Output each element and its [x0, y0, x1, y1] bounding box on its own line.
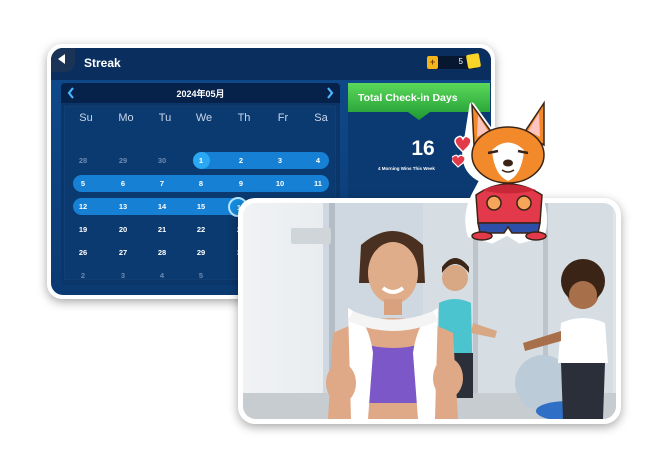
- weekday-label: Fr: [277, 112, 289, 124]
- calendar-day[interactable]: 6: [112, 175, 134, 192]
- currency-value: 5: [458, 57, 463, 66]
- calendar-day[interactable]: 3: [112, 267, 134, 284]
- calendar-day[interactable]: 2: [230, 152, 252, 169]
- calendar-day[interactable]: 5: [190, 267, 212, 284]
- total-days-count: 16: [411, 137, 435, 160]
- calendar-day[interactable]: 11: [307, 175, 329, 192]
- weekday-label: Mo: [118, 112, 134, 124]
- calendar-day[interactable]: 3: [269, 152, 291, 169]
- weekday-label: Sa: [314, 112, 328, 124]
- calendar-day[interactable]: 15: [190, 198, 212, 215]
- calendar-day[interactable]: 26: [72, 244, 94, 261]
- month-header: 2024年05月: [61, 83, 340, 103]
- calendar-day[interactable]: 8: [190, 175, 212, 192]
- weekday-label: Su: [79, 112, 93, 124]
- fitness-photo-card: [238, 198, 621, 424]
- calendar-day[interactable]: 28: [151, 244, 173, 261]
- calendar-day[interactable]: 30: [151, 152, 173, 169]
- weekday-label: Th: [237, 112, 251, 124]
- weekly-wins-text: 4 Morning Wins This Week: [378, 166, 435, 171]
- calendar-day[interactable]: 4: [307, 152, 329, 169]
- month-label: 2024年05月: [176, 89, 225, 99]
- back-arrow-icon: [58, 54, 65, 64]
- calendar-day[interactable]: 14: [151, 198, 173, 215]
- calendar-day[interactable]: 12: [72, 198, 94, 215]
- calendar-day[interactable]: 21: [151, 221, 173, 238]
- calendar-day[interactable]: 22: [190, 221, 212, 238]
- calendar-day[interactable]: 2: [72, 267, 94, 284]
- calendar-day[interactable]: 13: [112, 198, 134, 215]
- chevron-right-icon[interactable]: [325, 86, 335, 100]
- ticket-icon: [465, 52, 482, 70]
- calendar-day[interactable]: 28: [72, 152, 94, 169]
- weekday-label: Tu: [158, 112, 172, 124]
- calendar-day[interactable]: 19: [72, 221, 94, 238]
- currency-display: + 5: [427, 52, 482, 70]
- weekday-label: We: [195, 112, 213, 124]
- calendar-day[interactable]: 20: [112, 221, 134, 238]
- calendar-day[interactable]: 7: [151, 175, 173, 192]
- calendar-day[interactable]: 27: [112, 244, 134, 261]
- corgi-mascot: [452, 100, 552, 244]
- banner-label: Total Check-in Days: [358, 92, 458, 104]
- calendar-day[interactable]: 4: [151, 267, 173, 284]
- calendar-day[interactable]: 9: [230, 175, 252, 192]
- top-bar: Streak + 5: [51, 48, 491, 80]
- coin-icon: +: [427, 56, 438, 69]
- calendar-day[interactable]: 29: [190, 244, 212, 261]
- calendar-day[interactable]: 1: [190, 152, 212, 169]
- calendar-day[interactable]: 5: [72, 175, 94, 192]
- calendar-day[interactable]: 10: [269, 175, 291, 192]
- calendar-day[interactable]: 29: [112, 152, 134, 169]
- back-button[interactable]: [51, 48, 75, 72]
- page-title: Streak: [84, 56, 121, 70]
